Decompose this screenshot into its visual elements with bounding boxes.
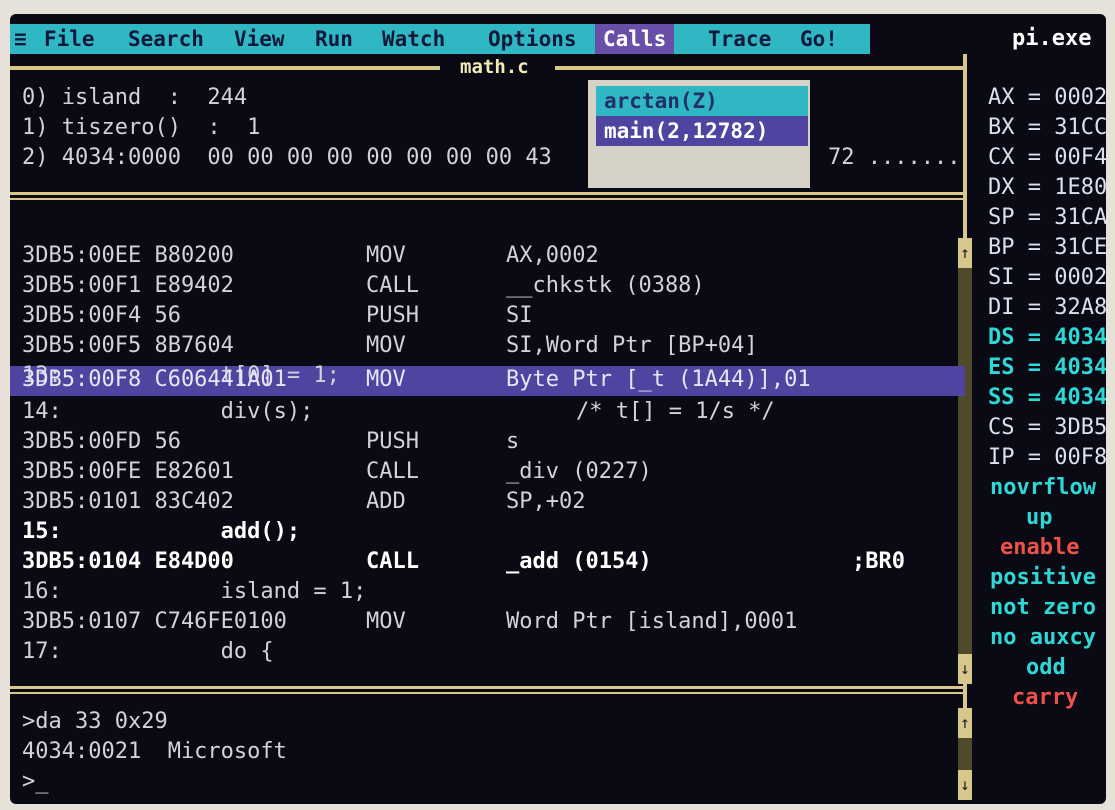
code-arg: SI,Word Ptr [BP+04] bbox=[506, 333, 758, 358]
menu-go[interactable]: Go! bbox=[800, 24, 838, 54]
watch-line: 0) island : 244 bbox=[22, 85, 248, 110]
code-arg: __chkstk (0388) bbox=[506, 273, 705, 298]
source-line: 16: island = 1; bbox=[22, 579, 367, 604]
dialog-line: >da 33 0x29 bbox=[22, 709, 168, 734]
menu-trace[interactable]: Trace bbox=[708, 24, 771, 54]
dialog-separator bbox=[10, 686, 965, 689]
register: SS = 4034 bbox=[988, 385, 1106, 410]
dialog-separator bbox=[10, 692, 965, 694]
code-op: CALL bbox=[366, 273, 419, 298]
code-arg: Word Ptr [island],0001 bbox=[506, 609, 798, 634]
register: DI = 32A8 bbox=[988, 295, 1106, 320]
code-addr: 3DB5:0104 E84D00 bbox=[22, 549, 234, 574]
app-name: pi.exe bbox=[1012, 26, 1092, 51]
source-line: 14: div(s); bbox=[22, 399, 314, 424]
register: SP = 31CA bbox=[988, 205, 1106, 230]
dialog-scroll-down-icon[interactable]: ↓ bbox=[958, 770, 972, 800]
call-stack-item[interactable]: main(2,12782) bbox=[596, 116, 808, 146]
scroll-down-arrow-icon[interactable]: ↓ bbox=[958, 654, 972, 684]
code-addr: 3DB5:0101 83C402 bbox=[22, 489, 234, 514]
register: AX = 0002 bbox=[988, 85, 1106, 110]
call-stack-item[interactable]: arctan(Z) bbox=[596, 86, 808, 116]
code-op: ADD bbox=[366, 489, 406, 514]
dialog-line: 4034:0021 Microsoft bbox=[22, 739, 287, 764]
flag: positive bbox=[990, 565, 1096, 590]
flag: carry bbox=[1012, 685, 1079, 710]
code-addr: 3DB5:00F4 56 bbox=[22, 303, 181, 328]
scroll-up-arrow-icon[interactable]: ↑ bbox=[958, 238, 972, 268]
register: ES = 4034 bbox=[988, 355, 1106, 380]
register: DS = 4034 bbox=[988, 325, 1106, 350]
flag: odd bbox=[1026, 655, 1066, 680]
flag: up bbox=[1026, 505, 1053, 530]
code-arg: SP,+02 bbox=[506, 489, 586, 514]
watch-line: 2) 4034:0000 00 00 00 00 00 00 00 00 43 bbox=[22, 145, 552, 170]
code-addr: 3DB5:00F8 C606441A01 bbox=[22, 367, 287, 392]
code-arg: s bbox=[506, 429, 520, 454]
code-arg: SI bbox=[506, 303, 533, 328]
code-op: CALL bbox=[366, 549, 419, 574]
code-arg: Byte Ptr [_t (1A44)],01 bbox=[506, 367, 811, 392]
flag: no auxcy bbox=[990, 625, 1096, 650]
menu-icon[interactable]: ≡ bbox=[14, 24, 27, 54]
code-op: PUSH bbox=[366, 303, 419, 328]
register: CX = 00F4 bbox=[988, 145, 1106, 170]
register: DX = 1E80 bbox=[988, 175, 1106, 200]
watch-separator bbox=[10, 192, 965, 195]
frame-line bbox=[10, 66, 440, 70]
register: BP = 31CE bbox=[988, 235, 1106, 260]
register: BX = 31CC bbox=[988, 115, 1106, 140]
code-addr: 3DB5:00FE E82601 bbox=[22, 459, 234, 484]
code-op: MOV bbox=[366, 609, 406, 634]
menu-options[interactable]: Options bbox=[488, 24, 577, 54]
flag: enable bbox=[1000, 535, 1080, 560]
source-line: 15: add(); bbox=[22, 519, 301, 544]
source-file-title: math.c bbox=[460, 56, 529, 78]
breakpoint-tag: ;BR0 bbox=[852, 549, 905, 574]
menu-calls[interactable]: Calls bbox=[595, 24, 675, 54]
flag: not zero bbox=[990, 595, 1096, 620]
flag: novrflow bbox=[990, 475, 1096, 500]
code-addr: 3DB5:00FD 56 bbox=[22, 429, 181, 454]
code-addr: 3DB5:0107 C746FE0100 bbox=[22, 609, 287, 634]
code-arg: _div (0227) bbox=[506, 459, 652, 484]
menu-file[interactable]: File bbox=[44, 24, 95, 54]
code-op: MOV bbox=[366, 243, 406, 268]
register: CS = 3DB5 bbox=[988, 415, 1106, 440]
code-op: MOV bbox=[366, 333, 406, 358]
menu-search[interactable]: Search bbox=[128, 24, 204, 54]
menu-watch[interactable]: Watch bbox=[382, 24, 445, 54]
command-prompt[interactable]: >_ bbox=[22, 768, 49, 796]
frame-line bbox=[555, 66, 965, 70]
register: SI = 0002 bbox=[988, 265, 1106, 290]
source-line: 17: do { bbox=[22, 639, 274, 664]
watch-line-tail: 72 ....... bbox=[828, 145, 961, 170]
code-arg: _add (0154) bbox=[506, 549, 652, 574]
menu-view[interactable]: View bbox=[234, 24, 285, 54]
code-addr: 3DB5:00F5 8B7604 bbox=[22, 333, 234, 358]
codeview-screen: ≡ File Search View Run Watch Options Cal… bbox=[10, 14, 1106, 804]
register: IP = 00F8 bbox=[988, 445, 1106, 470]
source-scrollbar[interactable] bbox=[958, 238, 972, 684]
code-op: PUSH bbox=[366, 429, 419, 454]
dialog-scroll-up-icon[interactable]: ↑ bbox=[958, 708, 972, 738]
code-op: CALL bbox=[366, 459, 419, 484]
code-addr: 3DB5:00EE B80200 bbox=[22, 243, 234, 268]
code-arg: AX,0002 bbox=[506, 243, 599, 268]
watch-separator bbox=[10, 198, 965, 200]
menu-run[interactable]: Run bbox=[315, 24, 353, 54]
code-op: MOV bbox=[366, 367, 406, 392]
code-addr: 3DB5:00F1 E89402 bbox=[22, 273, 234, 298]
watch-line: 1) tiszero() : 1 bbox=[22, 115, 261, 140]
source-comment: /* t[] = 1/s */ bbox=[576, 399, 775, 424]
